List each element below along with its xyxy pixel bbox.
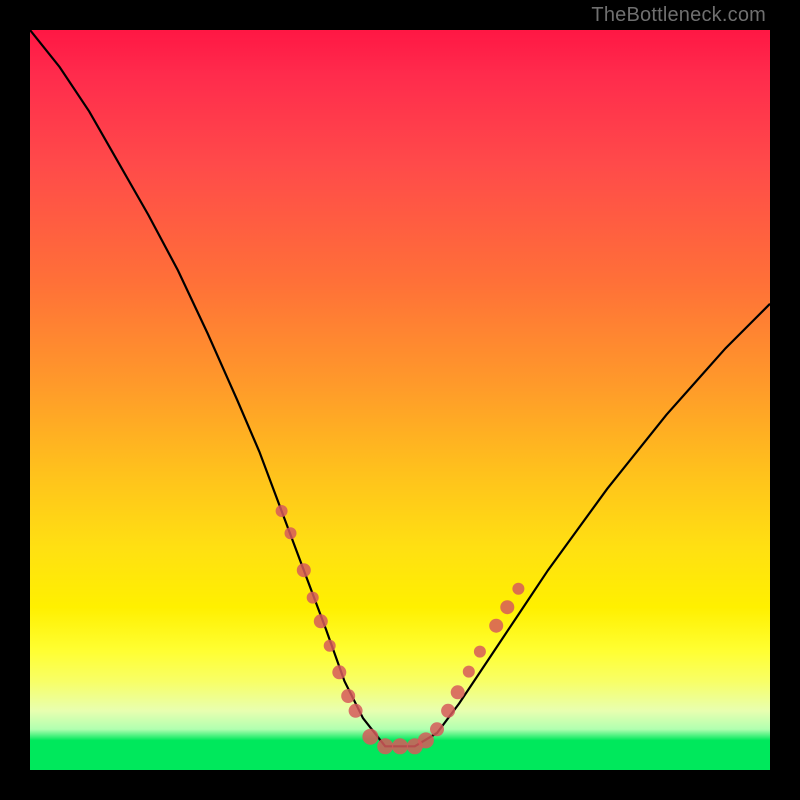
data-point-marker <box>341 689 355 703</box>
data-point-marker <box>463 666 475 678</box>
data-point-marker <box>489 619 503 633</box>
data-point-marker <box>377 738 393 754</box>
data-point-marker <box>474 646 486 658</box>
data-point-marker <box>349 704 363 718</box>
data-point-marker <box>314 614 328 628</box>
data-point-marker <box>418 732 434 748</box>
data-point-marker <box>297 563 311 577</box>
data-point-marker <box>392 738 408 754</box>
data-point-marker <box>285 527 297 539</box>
data-point-marker <box>441 704 455 718</box>
watermark-text: TheBottleneck.com <box>591 4 766 27</box>
data-point-marker <box>276 505 288 517</box>
data-point-marker <box>332 665 346 679</box>
markers-group <box>276 505 525 754</box>
data-point-marker <box>324 640 336 652</box>
data-point-marker <box>362 729 378 745</box>
data-point-marker <box>451 685 465 699</box>
data-point-marker <box>430 722 444 736</box>
chart-frame: TheBottleneck.com <box>0 0 800 800</box>
plot-area <box>30 30 770 770</box>
data-point-marker <box>512 583 524 595</box>
curve-svg <box>30 30 770 770</box>
data-point-marker <box>307 592 319 604</box>
bottleneck-curve-path <box>30 30 770 746</box>
data-point-marker <box>500 600 514 614</box>
